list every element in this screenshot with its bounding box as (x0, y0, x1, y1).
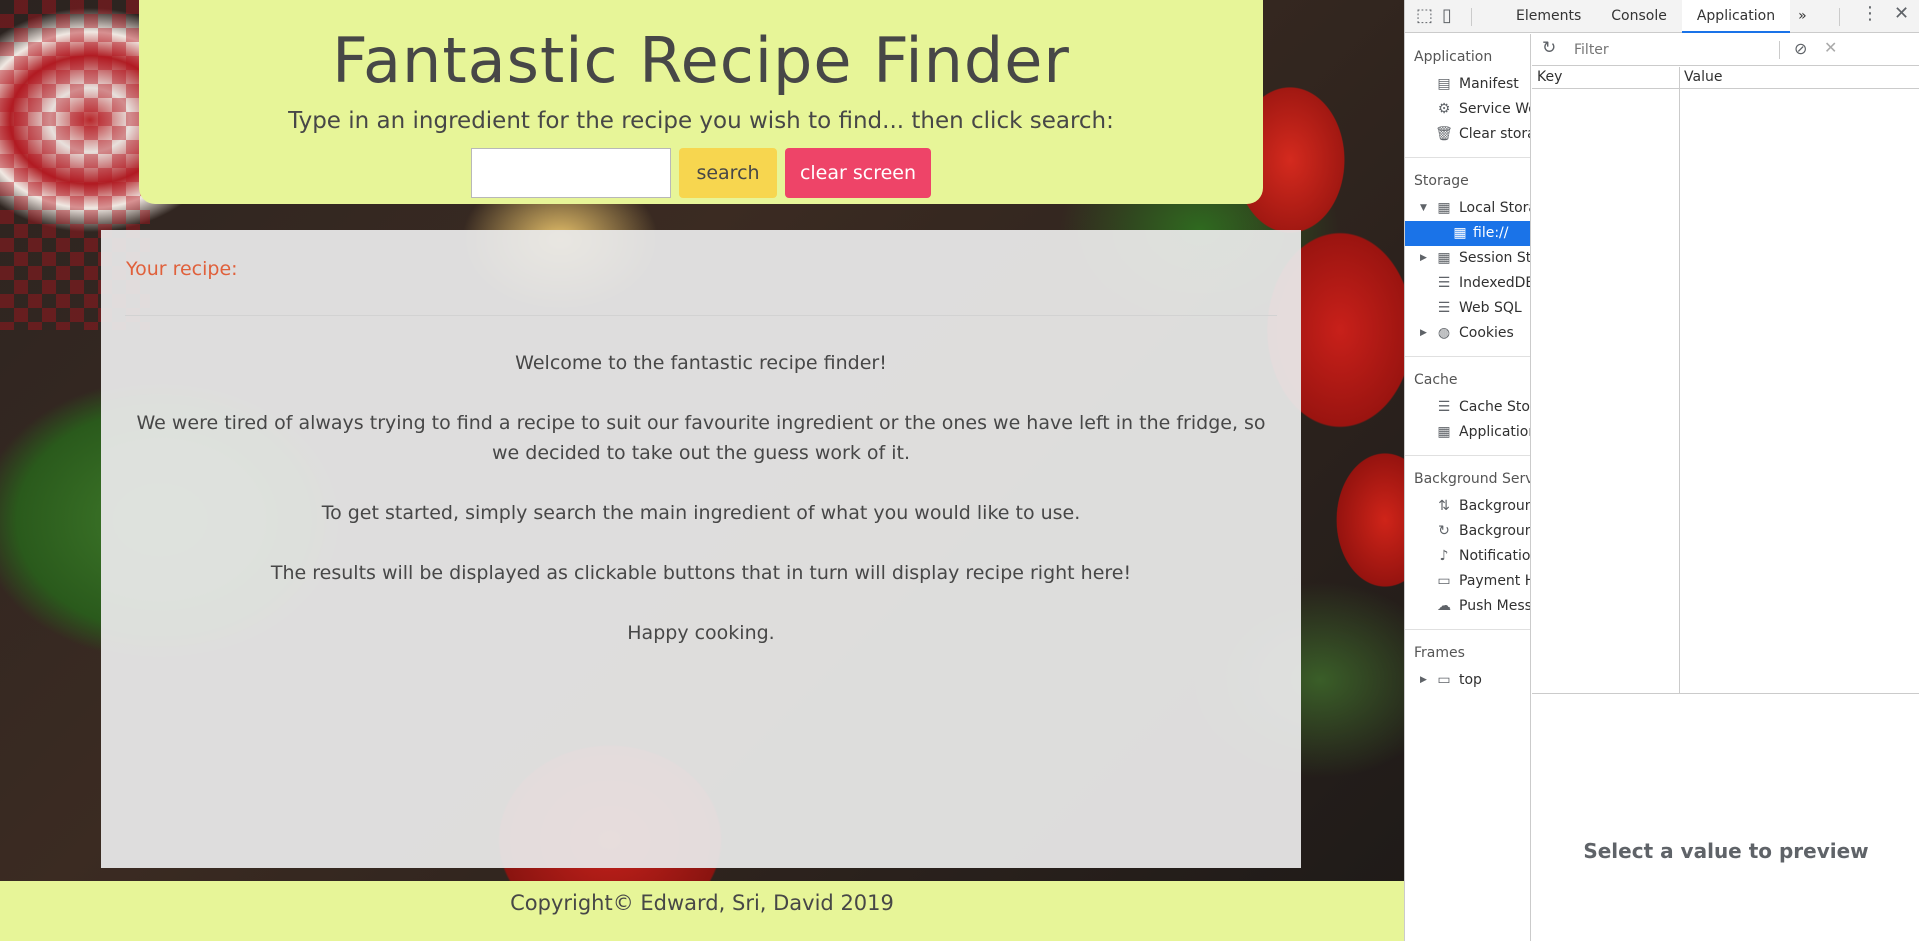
welcome-line: Welcome to the fantastic recipe finder! (515, 352, 887, 374)
gear-icon: ⚙ (1437, 101, 1451, 117)
grid-icon: ▦ (1437, 250, 1451, 266)
sidebar-item-web-sql[interactable]: ☰ Web SQL (1405, 296, 1530, 321)
close-icon[interactable]: ✕ (1894, 3, 1909, 24)
sidebar-item-session-storage[interactable]: ▶▦Session Sto (1405, 246, 1530, 271)
sidebar-section-background-services: Background Servi (1414, 471, 1531, 487)
expanded-arrow-icon[interactable]: ▼ (1420, 196, 1427, 221)
delete-selected-icon[interactable]: ✕ (1824, 38, 1837, 57)
sidebar-divider (1405, 356, 1530, 357)
devtools-tabs: Elements Console Application » (1501, 0, 1815, 33)
sidebar-divider (1405, 157, 1530, 158)
grid-icon: ▦ (1437, 200, 1451, 216)
devtools-toolbar: ⬚ ▯ Elements Console Application » ⋮ ✕ (1405, 0, 1919, 33)
sidebar-item-service-workers[interactable]: ⚙ Service Wo (1405, 97, 1530, 122)
collapsed-arrow-icon[interactable]: ▶ (1420, 668, 1427, 693)
bell-icon: ♪ (1439, 548, 1449, 564)
recipe-divider (125, 315, 1277, 316)
refresh-icon[interactable]: ↻ (1542, 38, 1556, 58)
ingredient-search-input[interactable] (471, 148, 671, 198)
sidebar-item-notifications[interactable]: ♪ Notificatior (1405, 544, 1530, 569)
storage-filter-bar: ↻ ⊘ ✕ (1532, 34, 1919, 66)
search-button[interactable]: search (679, 148, 777, 198)
tab-console[interactable]: Console (1596, 0, 1682, 33)
tab-application[interactable]: Application (1681, 0, 1791, 33)
welcome-message: Welcome to the fantastic recipe finder! … (131, 348, 1271, 678)
column-header-value[interactable]: Value (1684, 69, 1722, 85)
sidebar-item-cache-storage[interactable]: ☰ Cache Stor (1405, 395, 1530, 420)
document-icon: ▤ (1437, 76, 1451, 92)
key-value-table: Key Value (1532, 67, 1919, 694)
page-footer: Copyright© Edward, Sri, David 2019 (0, 881, 1404, 941)
kebab-menu-icon[interactable]: ⋮ (1861, 3, 1879, 24)
collapsed-arrow-icon[interactable]: ▶ (1420, 321, 1427, 346)
recipe-panel: Your recipe: Welcome to the fantastic re… (101, 230, 1301, 868)
trash-icon: 🗑 (1435, 126, 1453, 142)
devtools-panel: ⬚ ▯ Elements Console Application » ⋮ ✕ A… (1404, 0, 1919, 941)
welcome-line: To get started, simply search the main i… (321, 502, 1081, 524)
sidebar-section-cache: Cache (1414, 372, 1458, 388)
preview-placeholder: Select a value to preview (1583, 839, 1869, 863)
sidebar-item-local-storage[interactable]: ▼ ▦ Local Stora (1405, 196, 1530, 221)
welcome-line: We were tired of always trying to find a… (136, 412, 1266, 464)
database-icon: ☰ (1437, 399, 1451, 415)
sidebar-section-application: Application (1414, 49, 1493, 65)
clear-screen-button[interactable]: clear screen (785, 148, 931, 198)
clear-all-icon[interactable]: ⊘ (1794, 39, 1807, 58)
sidebar-item-cookies[interactable]: ▶ ◍ Cookies (1405, 321, 1530, 346)
tab-elements[interactable]: Elements (1501, 0, 1596, 33)
page-title: Fantastic Recipe Finder (332, 24, 1070, 97)
web-page: Fantastic Recipe Finder Type in an ingre… (0, 0, 1404, 941)
sidebar-divider (1405, 629, 1530, 630)
sidebar-item-manifest[interactable]: ▤ Manifest (1405, 72, 1530, 97)
sidebar-divider (1405, 455, 1530, 456)
device-toolbar-icon[interactable]: ▯ (1442, 5, 1452, 26)
window-icon: ▭ (1437, 672, 1451, 688)
grid-icon: ▦ (1453, 225, 1467, 241)
grid-icon: ▦ (1437, 424, 1451, 440)
sidebar-item-application-cache[interactable]: ▦ Applicatior (1405, 420, 1530, 445)
credit-card-icon: ▭ (1437, 573, 1451, 589)
welcome-line: Happy cooking. (627, 622, 775, 644)
sidebar-section-frames: Frames (1414, 645, 1465, 661)
application-sidebar: Application ▤ Manifest ⚙ Service Wo 🗑 Clear… (1405, 34, 1531, 941)
fetch-arrows-icon: ⇅ (1438, 498, 1450, 514)
sidebar-item-indexeddb[interactable]: ☰ IndexedDB (1405, 271, 1530, 296)
search-row: search clear screen (139, 148, 1263, 198)
database-icon: ☰ (1437, 300, 1451, 316)
more-tabs-icon[interactable]: » (1790, 0, 1815, 33)
filter-input[interactable] (1570, 39, 1768, 61)
sync-icon: ↻ (1438, 523, 1450, 539)
column-header-key[interactable]: Key (1537, 69, 1562, 85)
inspect-element-icon[interactable]: ⬚ (1416, 5, 1433, 26)
cookie-icon: ◍ (1437, 325, 1451, 341)
sidebar-item-background-sync[interactable]: ↻ Backgroun (1405, 519, 1530, 544)
search-instructions: Type in an ingredient for the recipe you… (288, 108, 1114, 134)
sidebar-item-payment-handler[interactable]: ▭ Payment H (1405, 569, 1530, 594)
toolbar-separator (1839, 8, 1840, 26)
page-header: Fantastic Recipe Finder Type in an ingre… (139, 0, 1263, 204)
sidebar-item-file-origin[interactable]: ▦ file:// (1405, 221, 1530, 246)
toolbar-separator (1779, 41, 1780, 59)
column-divider[interactable] (1679, 67, 1680, 694)
database-icon: ☰ (1437, 275, 1451, 291)
sidebar-section-storage: Storage (1414, 173, 1469, 189)
sidebar-item-background-fetch[interactable]: ⇅ Backgroun (1405, 494, 1530, 519)
sidebar-item-frame-top[interactable]: ▶ ▭ top (1405, 668, 1530, 693)
recipe-heading: Your recipe: (126, 258, 238, 280)
welcome-line: The results will be displayed as clickab… (270, 562, 1132, 584)
table-header: Key Value (1532, 67, 1919, 89)
collapsed-arrow-icon[interactable]: ▶ (1420, 246, 1427, 271)
sidebar-item-clear-storage[interactable]: 🗑 Clear stora (1405, 122, 1530, 147)
cloud-icon: ☁ (1437, 598, 1451, 614)
sidebar-item-push-messaging[interactable]: ☁ Push Mess (1405, 594, 1530, 619)
toolbar-separator (1471, 8, 1472, 26)
storage-view: ↻ ⊘ ✕ Key Value Select a value to previe… (1532, 34, 1919, 941)
